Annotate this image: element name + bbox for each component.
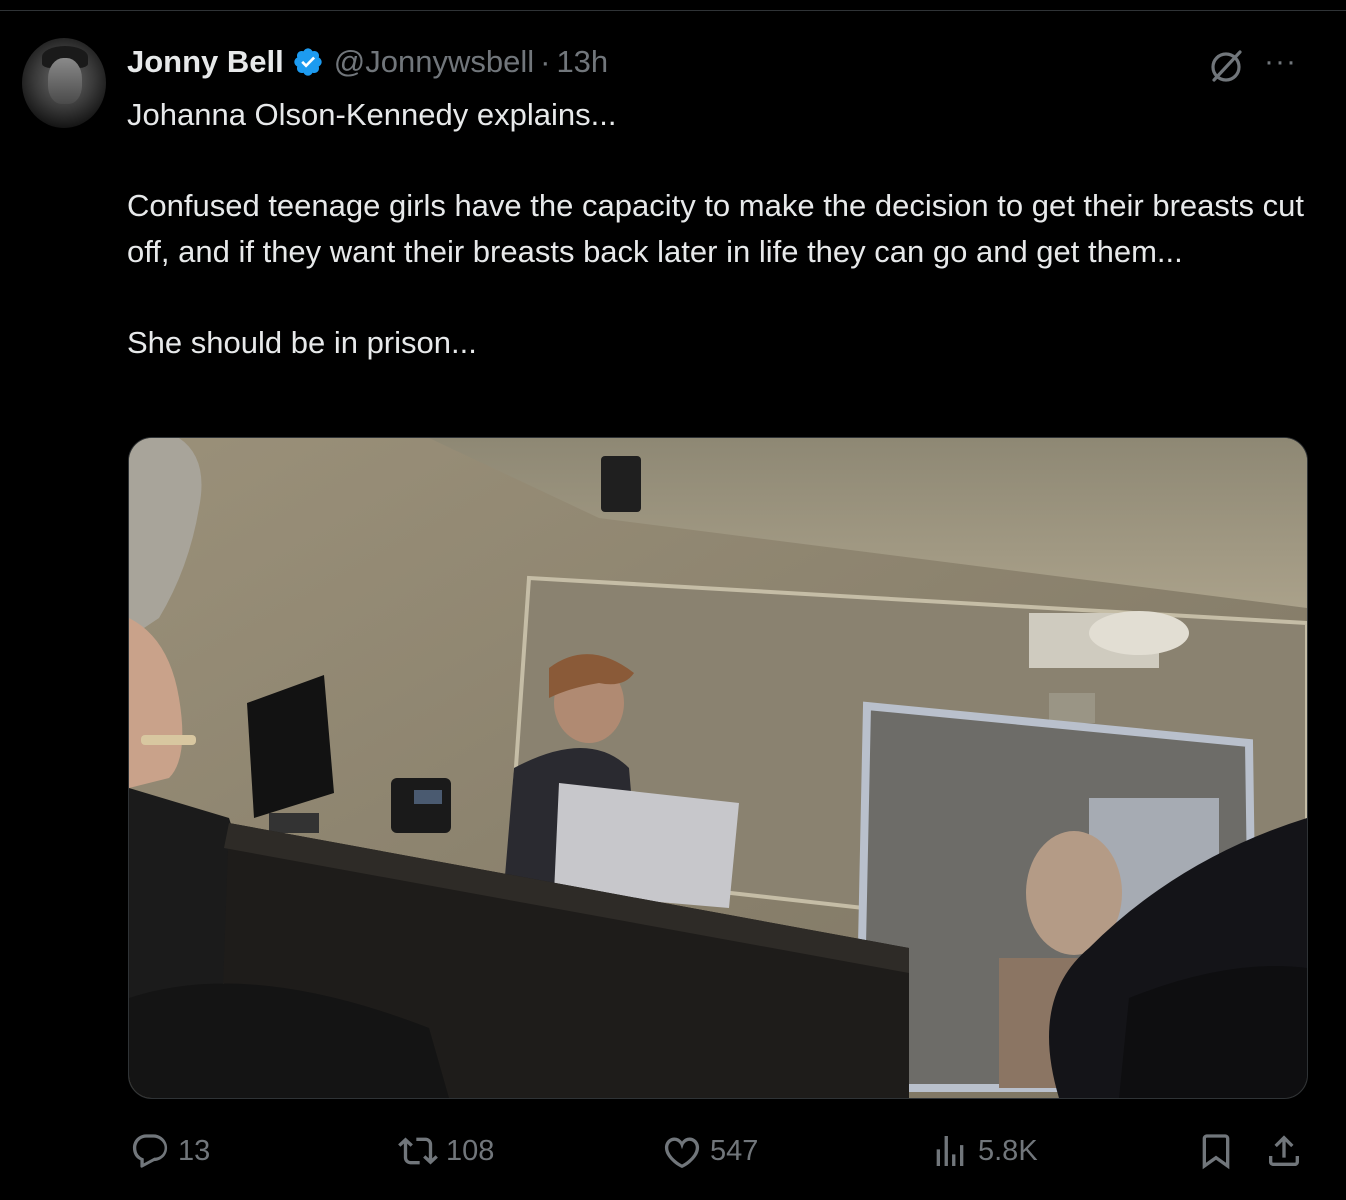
bookmark-icon <box>1202 1134 1230 1170</box>
tweet-paragraph: Johanna Olson-Kennedy explains... <box>127 97 617 132</box>
tweet-header: Jonny Bell @Jonnywsbell · 13h <box>127 42 608 82</box>
like-count: 547 <box>710 1134 759 1167</box>
tweet-text: Johanna Olson-Kennedy explains... Confus… <box>127 92 1307 365</box>
top-divider <box>0 10 1346 11</box>
repost-button[interactable]: 108 <box>398 1126 494 1176</box>
video-thumbnail[interactable] <box>128 437 1308 1099</box>
views-count: 5.8K <box>978 1134 1038 1167</box>
reply-count: 13 <box>178 1134 211 1167</box>
action-bar: 13 108 547 5.8K <box>0 1126 1346 1176</box>
views-icon <box>936 1136 964 1166</box>
share-icon <box>1269 1135 1299 1166</box>
repost-icon <box>398 1137 438 1165</box>
like-icon <box>664 1137 700 1168</box>
classroom-video-frame <box>129 438 1307 1098</box>
author-handle[interactable]: @Jonnywsbell <box>334 44 534 80</box>
timestamp[interactable]: 13h <box>556 44 608 80</box>
avatar[interactable] <box>22 38 106 128</box>
author-name[interactable]: Jonny Bell <box>127 44 284 80</box>
tweet-paragraph: Confused teenage girls have the capacity… <box>127 188 1304 269</box>
verified-badge-icon[interactable] <box>292 46 324 78</box>
reply-icon <box>132 1134 168 1168</box>
separator-dot: · <box>540 44 551 79</box>
views-button[interactable]: 5.8K <box>930 1126 1038 1176</box>
reply-button[interactable]: 13 <box>130 1126 210 1176</box>
grok-icon[interactable] <box>1206 46 1246 86</box>
like-button[interactable]: 547 <box>662 1126 758 1176</box>
share-button[interactable] <box>1264 1126 1304 1176</box>
bookmark-button[interactable] <box>1196 1126 1236 1176</box>
tweet-paragraph: She should be in prison... <box>127 324 477 360</box>
more-icon[interactable]: ··· <box>1264 47 1304 77</box>
repost-count: 108 <box>446 1134 495 1167</box>
